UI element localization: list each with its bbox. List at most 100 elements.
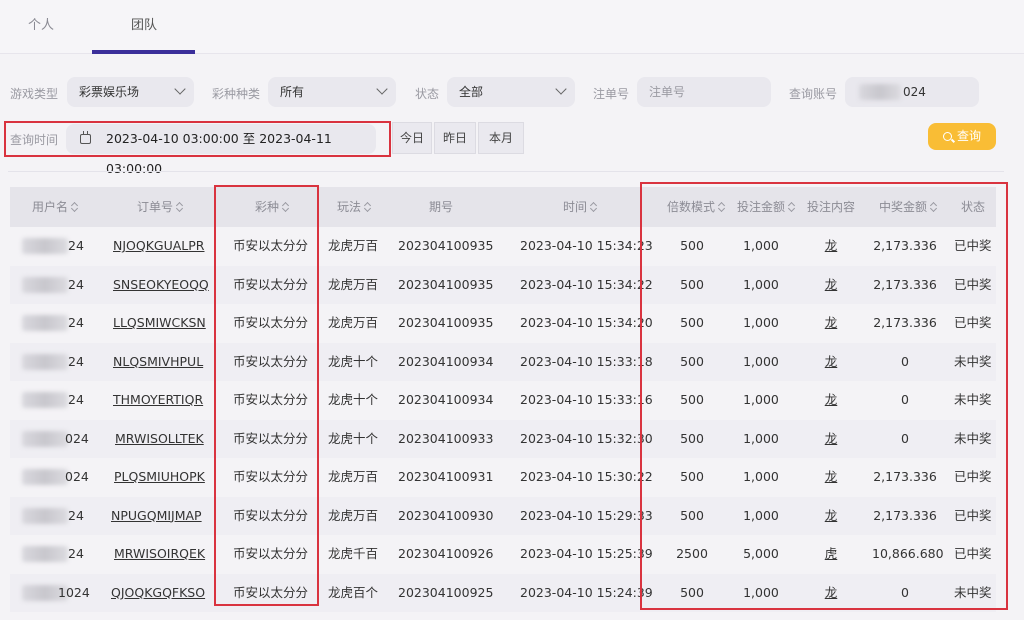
search-button-label: 查询	[956, 129, 981, 143]
header-label: 玩法	[337, 200, 362, 214]
cell-bet-content[interactable]: 龙	[820, 304, 842, 342]
game-type-label: 游戏类型	[10, 87, 59, 101]
header-win-amount[interactable]: 中奖金额	[879, 187, 937, 227]
cell-bet-content[interactable]: 龙	[820, 381, 842, 419]
cell-time: 2023-04-10 15:32:30	[520, 430, 653, 446]
cell-order-link[interactable]: PLQSMIUHOPK	[114, 458, 205, 496]
header-label: 订单号	[137, 200, 174, 214]
cell-win-amount: 2,173.336	[873, 507, 937, 523]
cell-time: 2023-04-10 15:29:33	[520, 507, 653, 523]
tab-team[interactable]: 团队	[131, 14, 157, 33]
cell-status: 已中奖	[954, 238, 992, 253]
game-type-select[interactable]: 彩票娱乐场	[67, 77, 194, 107]
cell-play: 龙虎十个	[328, 353, 379, 369]
account-input[interactable]: 024	[845, 77, 979, 107]
cell-play: 龙虎万百	[328, 469, 379, 484]
cell-order-link[interactable]: NJOQKGUALPR	[113, 227, 205, 265]
table-row: 24 NJOQKGUALPR 币安以太分分 龙虎万百 202304100935 …	[10, 227, 996, 266]
cell-bet-amount: 1,000	[743, 353, 779, 369]
cell-bet-amount: 1,000	[743, 430, 779, 446]
cell-order-link[interactable]: QJOQKGQFKSO	[111, 574, 205, 612]
cell-status: 已中奖	[954, 546, 992, 561]
chevron-down-icon	[376, 83, 388, 95]
header-label: 彩种	[255, 200, 280, 214]
table-row: 024 PLQSMIUHOPK 币安以太分分 龙虎万百 202304100931…	[10, 458, 996, 497]
cell-issue: 202304100926	[398, 546, 494, 561]
header-order-no[interactable]: 订单号	[137, 187, 183, 227]
today-button[interactable]: 今日	[392, 122, 432, 154]
cell-username: 24	[68, 392, 84, 407]
account-label: 查询账号	[789, 87, 838, 101]
search-button[interactable]: 查询	[928, 123, 996, 150]
cell-issue: 202304100933	[398, 430, 494, 446]
header-bet-content: 投注内容	[807, 187, 855, 227]
order-no-input[interactable]: 注单号	[637, 77, 771, 107]
cell-bet-content[interactable]: 龙	[820, 343, 842, 381]
cell-order-link[interactable]: SNSEOKYEOQQ	[113, 266, 209, 304]
cell-play: 龙虎万百	[328, 315, 379, 330]
header-bet-amount[interactable]: 投注金额	[737, 187, 795, 227]
cell-win-amount: 0	[901, 584, 909, 600]
cell-lottery: 币安以太分分	[233, 315, 309, 330]
sort-icon	[590, 202, 597, 212]
cell-bet-content[interactable]: 龙	[820, 227, 842, 265]
sort-icon	[282, 202, 289, 212]
cell-username: 24	[68, 546, 84, 561]
masked-username	[22, 392, 68, 408]
cell-bet-content[interactable]: 龙	[820, 574, 842, 612]
cell-bet-amount: 1,000	[743, 276, 779, 292]
tab-personal[interactable]: 个人	[28, 14, 54, 33]
cell-play: 龙虎万百	[328, 276, 379, 292]
cell-bet-content[interactable]: 虎	[820, 535, 842, 573]
cell-order-link[interactable]: LLQSMIWCKSN	[113, 304, 206, 342]
table-row: 24 SNSEOKYEOQQ 币安以太分分 龙虎万百 202304100935 …	[10, 265, 996, 304]
active-tab-indicator	[92, 50, 195, 54]
cell-multiplier: 500	[680, 276, 704, 292]
cell-order-link[interactable]: MRWISOLLTEK	[115, 420, 204, 458]
lottery-type-label: 彩种种类	[212, 87, 261, 101]
cell-lottery: 币安以太分分	[233, 584, 309, 600]
cell-win-amount: 0	[901, 353, 909, 369]
chevron-down-icon	[174, 83, 186, 95]
cell-lottery: 币安以太分分	[233, 353, 309, 369]
header-username[interactable]: 用户名	[32, 187, 78, 227]
cell-time: 2023-04-10 15:33:16	[520, 392, 653, 407]
lottery-type-select[interactable]: 所有	[268, 77, 396, 107]
header-label: 投注金额	[737, 200, 786, 214]
cell-bet-content[interactable]: 龙	[820, 458, 842, 496]
cell-win-amount: 2,173.336	[873, 238, 937, 253]
header-time[interactable]: 时间	[563, 187, 597, 227]
header-play[interactable]: 玩法	[337, 187, 371, 227]
yesterday-button[interactable]: 昨日	[434, 122, 476, 154]
cell-username: 024	[65, 469, 89, 484]
header-label: 中奖金额	[879, 200, 928, 214]
cell-bet-amount: 5,000	[743, 546, 779, 561]
cell-username: 24	[68, 507, 84, 523]
sort-icon	[930, 202, 937, 212]
table-row: 024 MRWISOLLTEK 币安以太分分 龙虎十个 202304100933…	[10, 419, 996, 458]
table-header: 用户名 订单号 彩种 玩法 期号 时间 倍数模式 投注金额 投注内容 中奖金额 …	[10, 187, 996, 227]
cell-order-link[interactable]: NPUGQMIJMAP	[111, 497, 202, 535]
this-month-button[interactable]: 本月	[478, 122, 524, 154]
cell-time: 2023-04-10 15:34:23	[520, 238, 653, 253]
date-range-picker[interactable]: 2023-04-10 03:00:00 至 2023-04-11 03:00:0…	[66, 124, 376, 176]
masked-username	[22, 430, 68, 447]
cell-bet-content[interactable]: 龙	[820, 420, 842, 458]
cell-order-link[interactable]: MRWISOIRQEK	[114, 535, 205, 573]
query-time-label: 查询时间	[10, 133, 59, 147]
cell-bet-content[interactable]: 龙	[820, 266, 842, 304]
cell-win-amount: 0	[901, 430, 909, 446]
sort-icon	[71, 202, 78, 212]
cell-lottery: 币安以太分分	[233, 430, 309, 446]
table-row: 24 NLQSMIVHPUL 币安以太分分 龙虎十个 202304100934 …	[10, 342, 996, 381]
header-multiplier[interactable]: 倍数模式	[667, 187, 725, 227]
cell-order-link[interactable]: THMOYERTIQR	[113, 381, 203, 419]
status-select[interactable]: 全部	[447, 77, 575, 107]
cell-bet-content[interactable]: 龙	[820, 497, 842, 535]
header-lottery[interactable]: 彩种	[255, 187, 289, 227]
cell-order-link[interactable]: NLQSMIVHPUL	[113, 343, 203, 381]
masked-username	[859, 84, 901, 100]
cell-time: 2023-04-10 15:24:39	[520, 584, 653, 600]
cell-username: 1024	[58, 584, 90, 600]
divider	[8, 171, 1004, 172]
